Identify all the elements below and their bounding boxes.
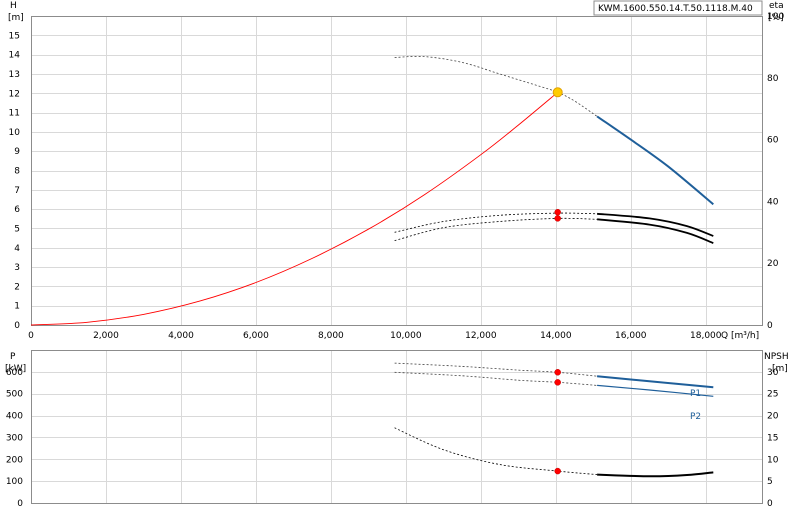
top-y-right-tick: 40 [767,197,779,207]
npsh-marker [554,467,561,475]
bottom-y-right-tick: 20 [767,412,779,422]
top-y-left-tick: 8 [14,167,20,177]
top-y-left-tick: 7 [14,186,20,196]
top-y-left-tick: 5 [14,224,20,234]
x-tick-label: 2,000 [93,331,119,341]
efficiency-upper-dashed [394,212,598,233]
x-tick-label: 8,000 [318,331,344,341]
x-tick-label: 4,000 [168,331,194,341]
bottom-y-left-tick: 100 [6,477,23,487]
bottom-y-right-tick: 10 [767,455,779,465]
top-y-left-tick: 6 [14,205,20,215]
top-y-right-label: eta [769,1,784,11]
top-y-right-tick: 80 [767,74,779,84]
head-curve-solid [596,115,714,206]
pump-curve-svg: 0 2,000 4,000 6,000 8,000 10,000 12,000 14,000 1… [5,0,789,509]
bottom-plot-frame [31,350,763,504]
top-y-left-tick: 12 [9,89,20,99]
power-p2-dashed [394,371,598,386]
power-p1-solid [596,375,714,389]
top-y-left-tick: 9 [14,147,20,157]
pump-curve-chart: 0 2,000 4,000 6,000 8,000 10,000 12,000 14,000 1… [0,0,800,520]
top-y-left-tick: 0 [14,321,20,331]
top-y-right-tick: 20 [767,259,779,269]
top-y-left-tick: 1 [14,302,20,312]
efficiency-lower-dashed [394,217,598,241]
npsh-curve-dashed [394,427,598,475]
bottom-y-right-tick: 25 [767,390,778,400]
top-y-left-tick: 2 [14,282,20,292]
x-tick-label: 6,000 [243,331,269,341]
top-y-left-label: H [10,1,17,11]
efficiency-marker [554,215,561,222]
power-marker [554,379,561,386]
bottom-y-right-tick: 15 [767,433,778,443]
power-p1-dashed [394,362,598,377]
system-curve [30,91,558,326]
pump-id-label: KWM.1600.550.14.T.50.1118.M.40 [598,4,753,14]
top-y-left-tick: 15 [9,31,20,41]
bottom-y-left-tick: 300 [6,433,23,443]
bottom-y-left-unit: [kW] [5,364,26,374]
series-label-p1: P1 [690,389,701,399]
bottom-y-right-tick: 5 [767,477,773,487]
x-tick-label: 10,000 [390,331,422,341]
top-y-left-tick: 14 [9,51,21,61]
x-tick-label: 14,000 [540,331,572,341]
top-y-left-tick: 4 [14,244,20,254]
series-curves [30,55,714,478]
x-tick-label: 12,000 [465,331,497,341]
bottom-y-right-tick: 0 [767,499,773,509]
head-curve-dashed [394,55,598,117]
bottom-y-right-unit: [m] [772,364,788,374]
top-y-left-tick: 10 [9,128,21,138]
grid-lines [31,16,762,504]
power-marker [554,369,561,376]
bottom-y-left-tick: 0 [17,499,23,509]
plot-frames [31,16,763,504]
operating-point-marker [552,87,563,98]
x-tick-label: 18,000 [690,331,722,341]
efficiency-lower-solid [597,218,714,244]
efficiency-marker [554,208,561,216]
npsh-curve-solid [597,471,714,478]
x-axis-label: Q [m³/h] [721,331,759,341]
top-y-right-tick: 60 [767,136,779,146]
series-label-p2: P2 [690,412,701,422]
bottom-y-right-label: NPSH [764,352,789,362]
top-y-left-tick: 11 [9,109,20,119]
top-y-right-tick: 0 [767,321,773,331]
top-y-right-unit: [%] [768,13,784,23]
bottom-y-left-tick: 500 [6,390,23,400]
bottom-y-left-label: P [10,352,16,362]
bottom-y-left-tick: 200 [6,455,23,465]
bottom-y-left-tick: 400 [6,412,23,422]
tick-labels: 0 2,000 4,000 6,000 8,000 10,000 12,000 14,000 1… [6,12,785,509]
x-tick-label: 0 [28,331,34,341]
top-y-left-unit: [m] [8,13,24,23]
top-y-left-tick: 13 [9,70,20,80]
x-tick-label: 16,000 [615,331,647,341]
top-y-left-tick: 3 [14,263,20,273]
